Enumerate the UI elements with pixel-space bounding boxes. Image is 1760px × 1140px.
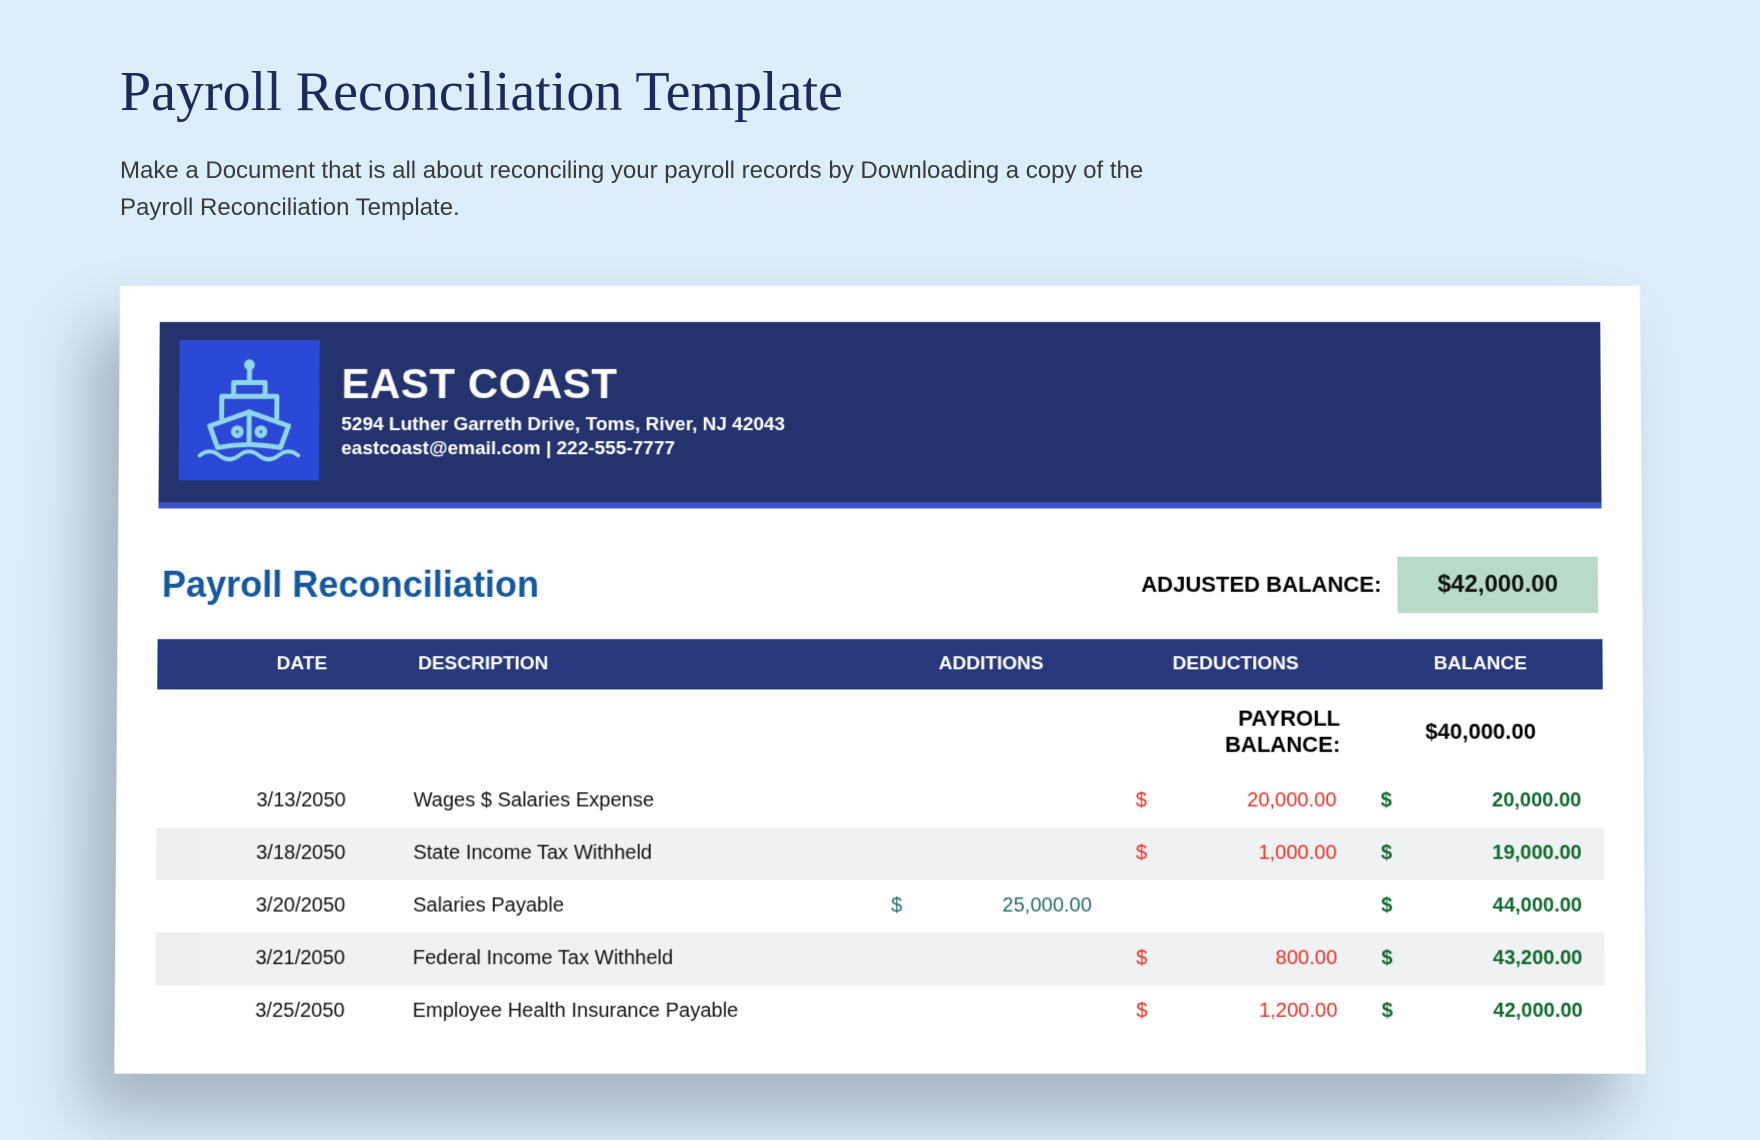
page-description: Make a Document that is all about reconc… <box>120 152 1220 226</box>
cell-additions <box>869 933 1114 986</box>
company-banner: EAST COAST 5294 Luther Garreth Drive, To… <box>158 322 1601 508</box>
company-address: 5294 Luther Garreth Drive, Toms, River, … <box>341 415 785 437</box>
cell-balance: $44,000.00 <box>1359 880 1604 933</box>
company-name: EAST COAST <box>341 360 785 408</box>
cell-description: Wages $ Salaries Expense <box>401 775 869 827</box>
cell-date: 3/25/2050 <box>199 985 400 1037</box>
cell-additions <box>869 828 1114 881</box>
cell-date: 3/20/2050 <box>200 880 401 933</box>
company-contact: eastcoast@email.com | 222-555-7777 <box>341 439 785 461</box>
cell-deductions: $800.00 <box>1114 933 1359 986</box>
cell-balance: $19,000.00 <box>1359 828 1604 881</box>
table-row: 3/20/2050Salaries Payable$25,000.00 $44,0… <box>156 880 1605 933</box>
ship-icon <box>190 349 309 472</box>
col-additions: ADDITIONS <box>869 639 1114 689</box>
cell-date: 3/21/2050 <box>200 933 401 986</box>
cell-balance: $43,200.00 <box>1359 933 1605 986</box>
cell-description: Employee Health Insurance Payable <box>400 985 869 1037</box>
reconciliation-table: DATE DESCRIPTION ADDITIONS DEDUCTIONS BA… <box>155 639 1605 1037</box>
cell-deductions: $1,000.00 <box>1114 828 1359 881</box>
cell-additions <box>869 985 1114 1037</box>
document-preview: EAST COAST 5294 Luther Garreth Drive, To… <box>114 286 1645 1074</box>
cell-additions: $25,000.00 <box>869 880 1114 933</box>
col-date: DATE <box>202 639 402 689</box>
company-logo <box>179 340 320 480</box>
payroll-balance-label: PAYROLL BALANCE: <box>1113 690 1358 775</box>
cell-deductions: $20,000.00 <box>1114 775 1359 827</box>
table-row: 3/25/2050Employee Health Insurance Payab… <box>155 985 1605 1037</box>
cell-deductions: $1,200.00 <box>1114 985 1360 1037</box>
adjusted-balance-label: ADJUSTED BALANCE: <box>1141 558 1397 612</box>
adjusted-balance-value: $42,000.00 <box>1397 557 1598 613</box>
cell-date: 3/18/2050 <box>200 828 401 881</box>
cell-date: 3/13/2050 <box>201 775 402 827</box>
table-row: 3/13/2050Wages $ Salaries Expense $20,000… <box>156 775 1603 827</box>
section-title: Payroll Reconciliation <box>162 564 539 606</box>
cell-description: Federal Income Tax Withheld <box>401 933 869 986</box>
cell-description: State Income Tax Withheld <box>401 828 869 881</box>
cell-additions <box>869 775 1114 827</box>
table-row: 3/21/2050Federal Income Tax Withheld $800… <box>155 933 1605 986</box>
payroll-balance-value: $40,000.00 <box>1358 690 1603 775</box>
col-deductions: DEDUCTIONS <box>1113 639 1358 689</box>
cell-balance: $42,000.00 <box>1359 985 1605 1037</box>
cell-deductions <box>1114 880 1359 933</box>
col-balance: BALANCE <box>1358 639 1603 689</box>
cell-balance: $20,000.00 <box>1358 775 1603 827</box>
page-title: Payroll Reconciliation Template <box>120 60 1640 124</box>
table-row: 3/18/2050State Income Tax Withheld $1,000… <box>156 828 1604 881</box>
cell-description: Salaries Payable <box>401 880 869 933</box>
col-description: DESCRIPTION <box>402 639 869 689</box>
